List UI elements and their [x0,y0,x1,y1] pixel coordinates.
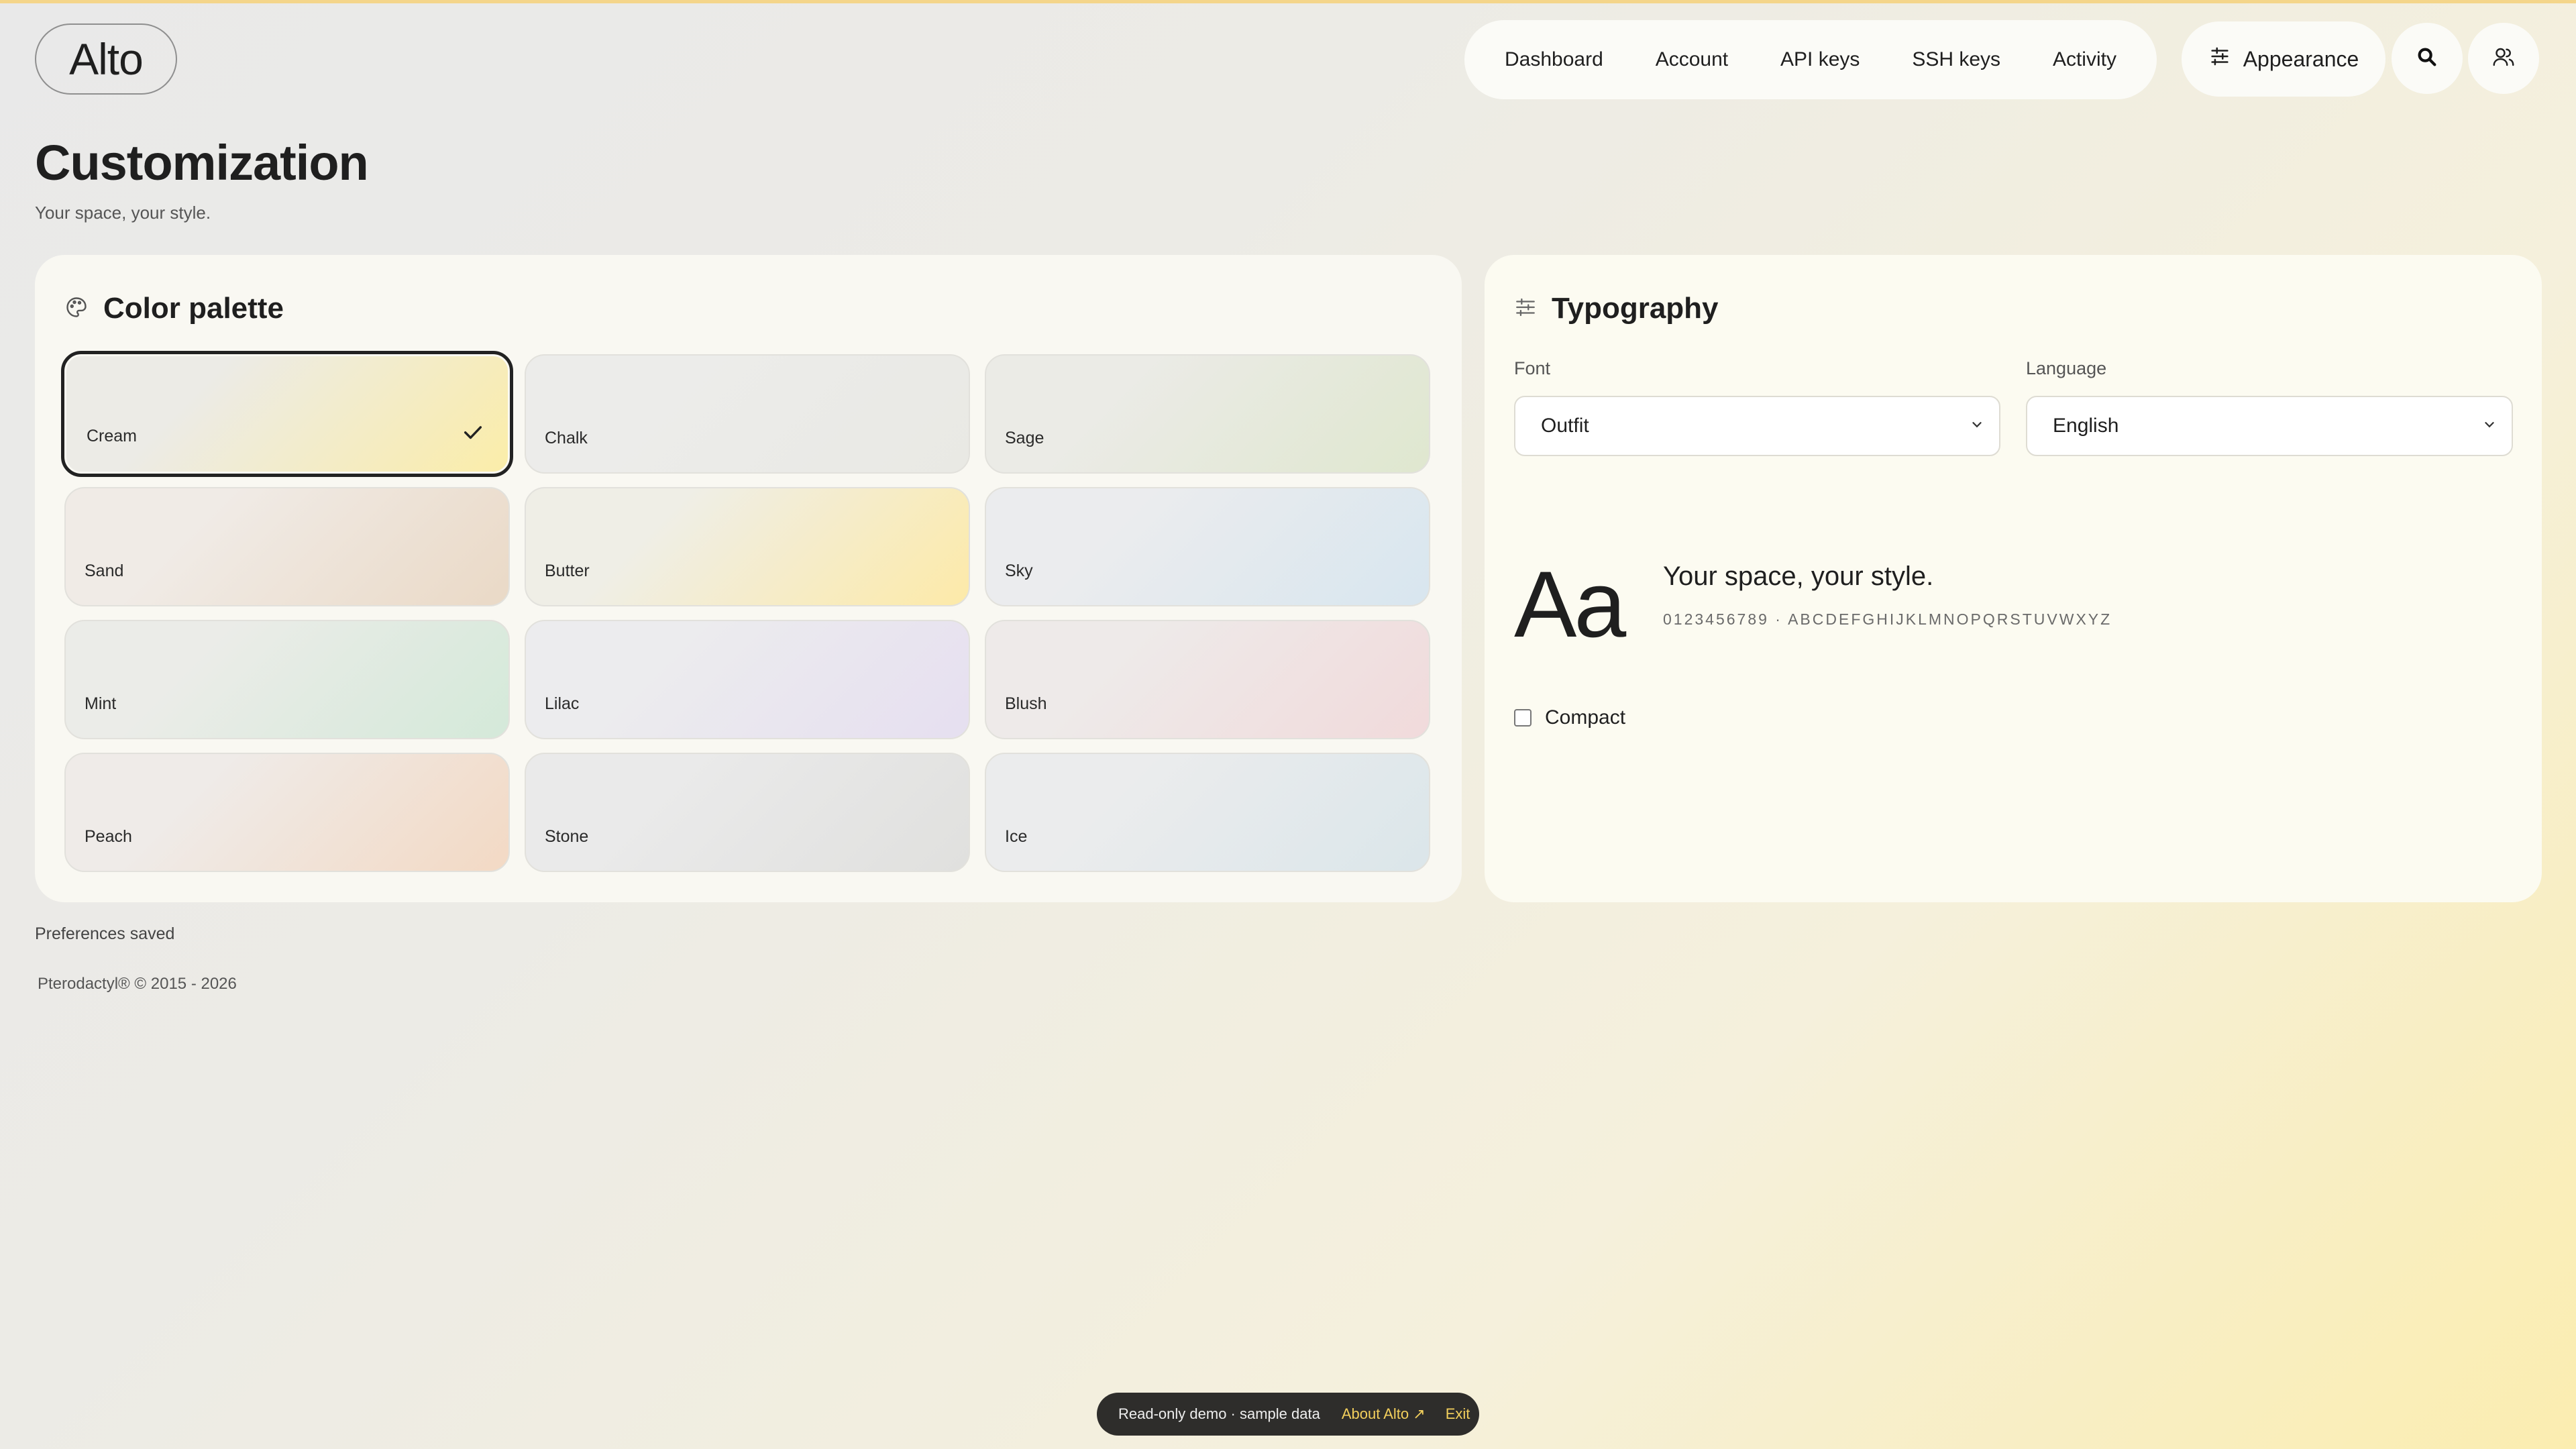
nav-dashboard[interactable]: Dashboard [1505,48,1603,71]
swatch-chalk[interactable]: Chalk [525,354,970,474]
sliders-icon [1514,296,1537,322]
demo-banner: Read-only demo · sample data About Alto … [1097,1393,1479,1436]
nav-activity[interactable]: Activity [2053,48,2116,71]
font-select-value: Outfit [1541,415,1589,437]
appearance-button[interactable]: Appearance [2182,21,2385,97]
swatch-label: Sage [1005,429,1044,447]
nav-ssh-keys[interactable]: SSH keys [1912,48,2000,71]
swatch-label: Cream [87,427,138,445]
swatch-peach[interactable]: Peach [64,753,510,872]
swatch-label: Sand [85,561,124,580]
nav-api-keys[interactable]: API keys [1780,48,1860,71]
nav-account[interactable]: Account [1656,48,1728,71]
language-select-value: English [2053,415,2119,437]
swatch-label: Mint [85,694,117,713]
appearance-label: Appearance [2243,46,2359,71]
save-status: Preferences saved [35,924,175,943]
language-label: Language [2026,358,2107,378]
users-icon [2491,45,2516,72]
swatch-sky[interactable]: Sky [985,487,1430,606]
compact-label: Compact [1545,706,1626,729]
typography-title: Typography [1552,292,1719,325]
swatch-ice[interactable]: Ice [985,753,1430,872]
palette-icon [64,295,89,323]
swatch-sage[interactable]: Sage [985,354,1430,474]
color-palette-header: Color palette [64,292,284,325]
app-logo[interactable]: Alto [35,23,177,95]
chevron-down-icon [1970,415,1984,437]
swatch-sand[interactable]: Sand [64,487,510,606]
swatch-label: Blush [1005,694,1047,713]
font-preview-text: Your space, your style. [1663,561,1934,591]
language-select[interactable]: English [2026,396,2513,456]
color-palette-title: Color palette [103,292,284,325]
swatch-grid: Cream Chalk Sage Sand Butter Sky Mint Lilac Blus… [61,351,1432,872]
swatch-label: Sky [1005,561,1033,580]
swatch-stone[interactable]: Stone [525,753,970,872]
swatch-label: Ice [1005,827,1028,846]
swatch-butter[interactable]: Butter [525,487,970,606]
swatch-label: Butter [545,561,590,580]
swatch-label: Lilac [545,694,580,713]
sliders-icon [2208,45,2231,73]
footer-copyright: Pterodactyl® © 2015 - 2026 [38,975,237,993]
font-preview-characters: 0123456789 · ABCDEFGHIJKLMNOPQRSTUVWXYZ [1663,610,2112,628]
main-nav: Dashboard Account API keys SSH keys Acti… [1464,20,2157,99]
font-select[interactable]: Outfit [1514,396,2000,456]
swatch-blush[interactable]: Blush [985,620,1430,739]
compact-checkbox[interactable] [1514,709,1532,727]
swatch-cream[interactable]: Cream [61,351,513,477]
swatch-lilac[interactable]: Lilac [525,620,970,739]
typography-header: Typography [1514,292,1719,325]
compact-option[interactable]: Compact [1514,706,1625,729]
page-subtitle: Your space, your style. [35,203,211,223]
swatch-label: Stone [545,827,589,846]
search-button[interactable] [2392,23,2463,94]
top-accent-line [0,0,2576,3]
about-alto-link[interactable]: About Alto ↗ [1342,1405,1426,1423]
search-icon [2416,46,2438,72]
color-palette-card: Color palette Cream Chalk Sage Sand Butter Sk… [35,255,1462,902]
exit-demo-link[interactable]: Exit [1446,1405,1470,1423]
swatch-label: Peach [85,827,132,846]
font-label: Font [1514,358,1551,378]
font-preview-glyphs: Aa [1514,551,1626,657]
checkmark-icon [462,421,484,447]
typography-card: Typography Font Outfit Language English … [1485,255,2542,902]
chevron-down-icon [2482,415,2497,437]
demo-banner-text: Read-only demo · sample data [1118,1405,1320,1422]
page-title: Customization [35,135,369,191]
user-menu-button[interactable] [2468,23,2539,94]
swatch-label: Chalk [545,429,588,447]
swatch-mint[interactable]: Mint [64,620,510,739]
